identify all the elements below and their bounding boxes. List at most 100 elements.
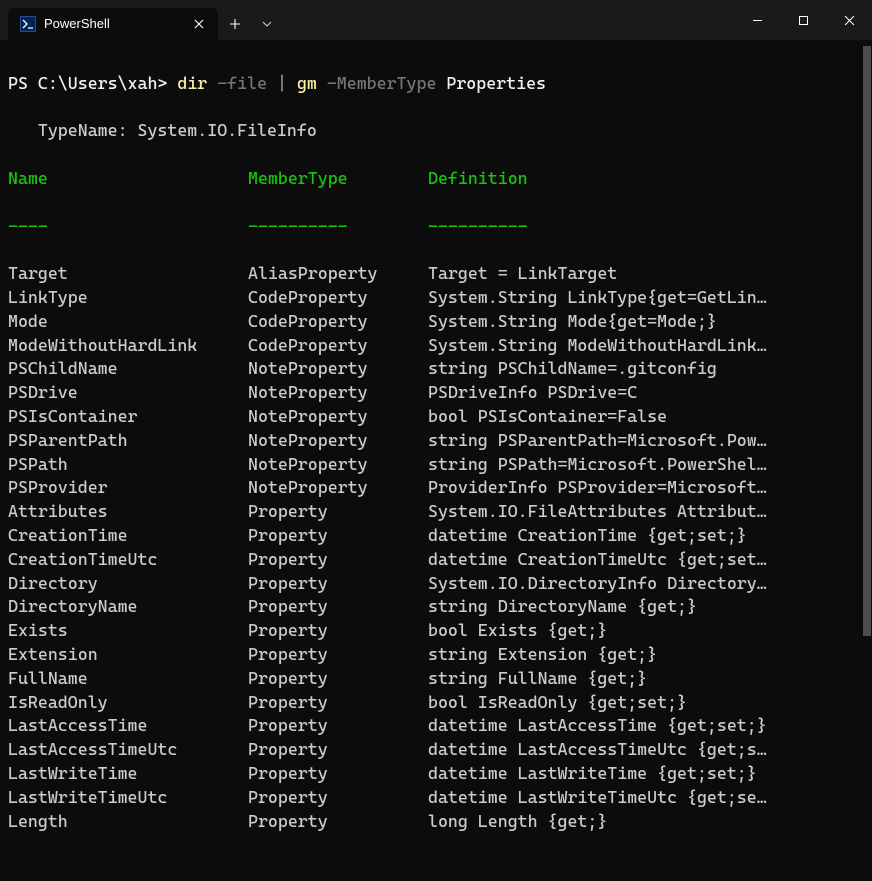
table-row: ExistsPropertybool Exists {get;} [8, 619, 864, 643]
tab-powershell[interactable]: PowerShell [8, 8, 218, 40]
header-name: Name [8, 167, 248, 191]
pipe: | [277, 73, 287, 93]
typename-value: System.IO.FileInfo [138, 120, 317, 140]
header-def: Definition [428, 167, 864, 191]
cell-name: CreationTime [8, 524, 248, 548]
header-def-u: ---------- [428, 215, 864, 239]
cell-name: Directory [8, 572, 248, 596]
table-row: LinkTypeCodePropertySystem.String LinkTy… [8, 286, 864, 310]
table-row: TargetAliasPropertyTarget = LinkTarget [8, 262, 864, 286]
header-name-u: ---- [8, 215, 248, 239]
cell-type: NoteProperty [248, 453, 428, 477]
cell-def: ProviderInfo PSProvider=Microsoft [428, 476, 864, 500]
scrollbar-thumb[interactable] [863, 46, 871, 636]
cell-type: NoteProperty [248, 381, 428, 405]
cell-type: CodeProperty [248, 310, 428, 334]
cell-name: DirectoryName [8, 595, 248, 619]
cell-name: ModeWithoutHardLink [8, 334, 248, 358]
cell-def: Target = LinkTarget [428, 262, 864, 286]
new-tab-button[interactable] [218, 8, 252, 40]
table-row: PSProviderNotePropertyProviderInfo PSPro… [8, 476, 864, 500]
cell-def: PSDriveInfo PSDrive=C [428, 381, 864, 405]
cell-type: CodeProperty [248, 334, 428, 358]
cell-def: long Length {get;} [428, 810, 864, 834]
flag-membertype: -MemberType [327, 73, 437, 93]
cell-name: PSProvider [8, 476, 248, 500]
cell-type: Property [248, 500, 428, 524]
cell-type: Property [248, 643, 428, 667]
cell-def: bool Exists {get;} [428, 619, 864, 643]
cell-def: datetime LastAccessTime {get;set;} [428, 714, 864, 738]
prompt-path: C:\Users\xah> [38, 73, 168, 93]
table-row: CreationTimeUtcPropertydatetime Creation… [8, 548, 864, 572]
table-row: LastWriteTimePropertydatetime LastWriteT… [8, 762, 864, 786]
cell-type: NoteProperty [248, 357, 428, 381]
powershell-icon [20, 16, 36, 32]
cmd-gm: gm [297, 73, 317, 93]
table-row: LastAccessTimePropertydatetime LastAcces… [8, 714, 864, 738]
table-row: AttributesPropertySystem.IO.FileAttribut… [8, 500, 864, 524]
cell-name: FullName [8, 667, 248, 691]
cmd-dir: dir [177, 73, 207, 93]
cell-def: datetime LastAccessTimeUtc {get;s [428, 738, 864, 762]
cell-def: string PSParentPath=Microsoft.Pow [428, 429, 864, 453]
table-row: PSChildNameNotePropertystring PSChildNam… [8, 357, 864, 381]
cell-type: Property [248, 714, 428, 738]
header-type-u: ---------- [248, 215, 428, 239]
cell-type: Property [248, 786, 428, 810]
cell-def: datetime CreationTimeUtc {get;set [428, 548, 864, 572]
cell-name: LastWriteTimeUtc [8, 786, 248, 810]
table-row: LengthPropertylong Length {get;} [8, 810, 864, 834]
cell-name: LastAccessTimeUtc [8, 738, 248, 762]
cell-type: NoteProperty [248, 476, 428, 500]
table-row: ModeWithoutHardLinkCodePropertySystem.St… [8, 334, 864, 358]
cell-name: PSDrive [8, 381, 248, 405]
cell-def: bool PSIsContainer=False [428, 405, 864, 429]
close-button[interactable] [826, 0, 872, 40]
cell-def: System.String LinkType{get=GetLin [428, 286, 864, 310]
table-row: CreationTimePropertydatetime CreationTim… [8, 524, 864, 548]
cell-type: Property [248, 667, 428, 691]
flag-file: -file [217, 73, 267, 93]
table-row: PSDriveNotePropertyPSDriveInfo PSDrive=C [8, 381, 864, 405]
cell-type: Property [248, 595, 428, 619]
cell-type: Property [248, 691, 428, 715]
cell-name: CreationTimeUtc [8, 548, 248, 572]
cell-name: Exists [8, 619, 248, 643]
cell-name: LastAccessTime [8, 714, 248, 738]
cell-def: string PSPath=Microsoft.PowerShel [428, 453, 864, 477]
cell-name: IsReadOnly [8, 691, 248, 715]
table-row: DirectoryNamePropertystring DirectoryNam… [8, 595, 864, 619]
tab-dropdown-button[interactable] [252, 8, 282, 40]
tab-close-button[interactable] [190, 15, 208, 33]
scrollbar-track[interactable] [860, 40, 872, 776]
cell-def: System.String Mode{get=Mode;} [428, 310, 864, 334]
title-bar: PowerShell [0, 0, 872, 40]
cell-type: Property [248, 619, 428, 643]
typename-label: TypeName: [8, 120, 138, 140]
cell-name: Mode [8, 310, 248, 334]
arg-properties: Properties [446, 73, 546, 93]
cell-type: Property [248, 762, 428, 786]
table-row: DirectoryPropertySystem.IO.DirectoryInfo… [8, 572, 864, 596]
table-row: FullNamePropertystring FullName {get;} [8, 667, 864, 691]
cell-def: string DirectoryName {get;} [428, 595, 864, 619]
table-row: ModeCodePropertySystem.String Mode{get=M… [8, 310, 864, 334]
cell-type: CodeProperty [248, 286, 428, 310]
cell-def: string FullName {get;} [428, 667, 864, 691]
cell-def: string Extension {get;} [428, 643, 864, 667]
cell-def: bool IsReadOnly {get;set;} [428, 691, 864, 715]
table-row: ExtensionPropertystring Extension {get;} [8, 643, 864, 667]
minimize-button[interactable] [734, 0, 780, 40]
table-row: IsReadOnlyPropertybool IsReadOnly {get;s… [8, 691, 864, 715]
cell-def: System.String ModeWithoutHardLink [428, 334, 864, 358]
table-row: PSPathNotePropertystring PSPath=Microsof… [8, 453, 864, 477]
maximize-button[interactable] [780, 0, 826, 40]
cell-type: Property [248, 548, 428, 572]
terminal-output[interactable]: PS C:\Users\xah> dir -file | gm -MemberT… [0, 40, 872, 776]
titlebar-drag-region[interactable] [282, 0, 734, 40]
cell-type: Property [248, 738, 428, 762]
cell-type: Property [248, 524, 428, 548]
cell-name: PSParentPath [8, 429, 248, 453]
cell-def: System.IO.DirectoryInfo Directory [428, 572, 864, 596]
